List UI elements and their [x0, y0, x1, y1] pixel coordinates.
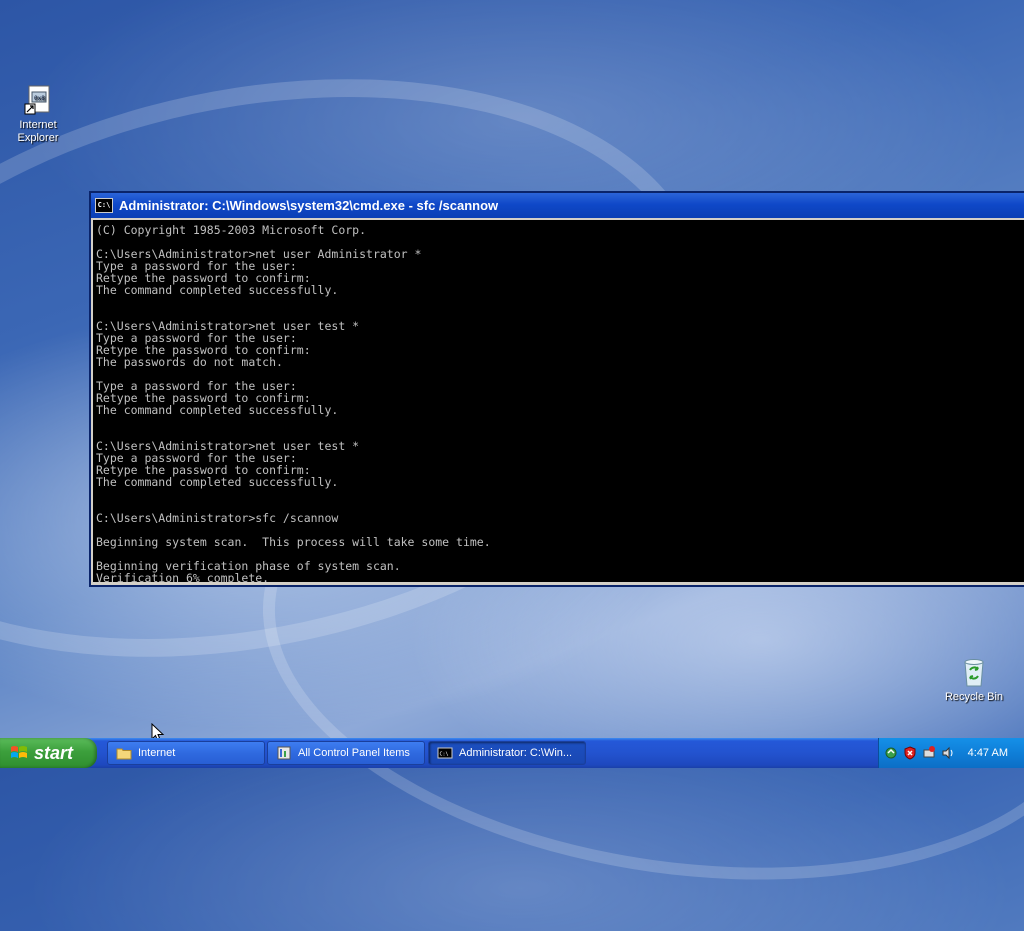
windows-logo-icon — [11, 746, 27, 758]
volume-icon[interactable] — [941, 746, 955, 760]
security-alert-icon[interactable] — [903, 746, 917, 760]
folder-icon — [116, 748, 132, 760]
taskbar-button-cmd[interactable]: C:\ Administrator: C:\Win... — [428, 741, 586, 765]
network-icon[interactable] — [884, 746, 898, 760]
console-line: Beginning system scan. This process will… — [96, 535, 491, 549]
cmd-titlebar[interactable]: C:\ Administrator: C:\Windows\system32\c… — [91, 193, 1024, 218]
system-tray: 4:47 AM — [878, 738, 1024, 768]
control-panel-icon — [277, 746, 291, 760]
taskbar-button-internet[interactable]: Internet — [107, 741, 265, 765]
taskbar-button-label: Administrator: C:\Win... — [459, 747, 573, 759]
internet-explorer-shortcut-icon: 0x8 — [24, 85, 50, 115]
taskbar-button-label: All Control Panel Items — [298, 747, 410, 759]
console-line: C:\Users\Administrator>sfc /scannow — [96, 511, 339, 525]
console-line: Verification 6% complete. — [96, 571, 270, 582]
desktop-icon-recycle-bin[interactable]: Recycle Bin — [939, 656, 1009, 704]
start-button[interactable]: start — [0, 738, 97, 768]
svg-text:C:\: C:\ — [440, 752, 449, 758]
start-label: start — [34, 742, 74, 763]
console-line: (C) Copyright 1985-2003 Microsoft Corp. — [96, 223, 367, 237]
cmd-window-title: Administrator: C:\Windows\system32\cmd.e… — [119, 198, 499, 213]
desktop-icon-label: Internet — [19, 119, 57, 131]
console-line: The command completed successfully. — [96, 475, 339, 489]
taskbar: start Internet All Control Panel Items C… — [0, 738, 1024, 768]
desktop-icon-label: Explorer — [17, 132, 59, 144]
desktop-icon-internet-explorer[interactable]: 0x8 Internet Explorer — [3, 84, 73, 145]
cmd-icon: C:\ — [437, 747, 453, 759]
cmd-icon: C:\ — [95, 198, 113, 213]
clock[interactable]: 4:47 AM — [968, 747, 1008, 759]
taskbar-button-control-panel[interactable]: All Control Panel Items — [267, 741, 425, 765]
console-line: The passwords do not match. — [96, 355, 283, 369]
desktop-icon-label: Recycle Bin — [944, 691, 1004, 703]
console-line: The command completed successfully. — [96, 283, 339, 297]
safely-remove-icon[interactable] — [922, 746, 936, 760]
recycle-bin-icon — [964, 659, 984, 687]
svg-text:0x8: 0x8 — [34, 95, 45, 102]
taskbar-button-label: Internet — [138, 747, 176, 759]
cmd-window[interactable]: C:\ Administrator: C:\Windows\system32\c… — [89, 191, 1024, 587]
console-output[interactable]: (C) Copyright 1985-2003 Microsoft Corp. C… — [93, 220, 1024, 582]
console-line: The command completed successfully. — [96, 403, 339, 417]
